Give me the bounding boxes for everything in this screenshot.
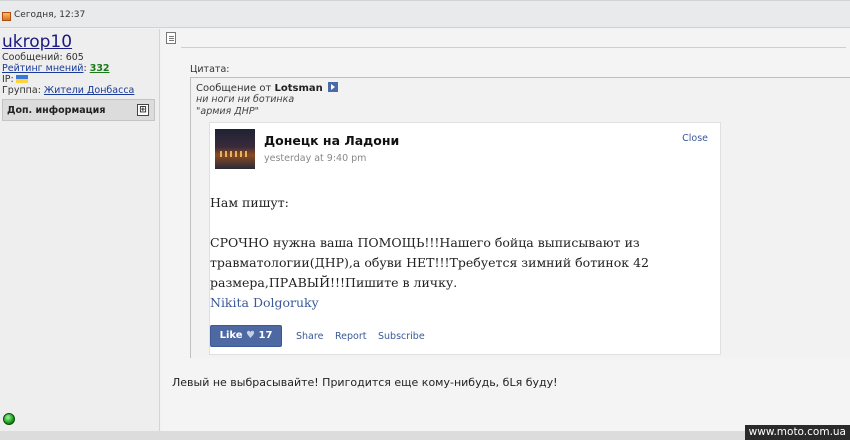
online-status-icon [3, 413, 15, 425]
post-document-icon [166, 32, 176, 44]
quote-author: Lotsman [274, 83, 323, 94]
fb-text-line: СРОЧНО нужна ваша ПОМОЩЬ!!!Нашего бойца … [210, 235, 640, 250]
like-heart-icon: ♥ [246, 330, 255, 341]
quote-line-2: "армия ДНР" [196, 106, 259, 117]
expand-box-icon[interactable]: ⊞ [137, 104, 149, 116]
post-header-bar: Сегодня, 12:37 [0, 0, 850, 28]
fb-close-link[interactable]: Close [682, 133, 708, 144]
fb-subscribe-link[interactable]: Subscribe [378, 331, 425, 342]
fb-like-label: Like [219, 330, 243, 341]
post-status-icon [2, 12, 11, 21]
fb-report-link[interactable]: Report [335, 331, 367, 342]
post-timestamp: Сегодня, 12:37 [14, 10, 86, 20]
username-link[interactable]: ukrop10 [2, 32, 72, 52]
reply-text: Левый не выбрасывайте! Пригодится еще ко… [172, 376, 558, 389]
messages-count: 605 [65, 52, 84, 63]
quote-label: Цитата: [190, 64, 230, 75]
messages-label: Сообщений: [2, 52, 63, 63]
group-row: Группа: Жители Донбасса [2, 85, 134, 96]
quote-line-1: ни ноги ни ботинка [196, 94, 295, 105]
ukraine-flag-icon [15, 75, 28, 83]
ip-row: IP: [2, 74, 28, 85]
fb-text-line: размера,ПРАВЫЙ!!!Пишите в личку. [210, 275, 458, 290]
fb-share-link[interactable]: Share [296, 331, 323, 342]
messages-count-row: Сообщений: 605 [2, 52, 84, 63]
fb-page-name[interactable]: Донецк на Ладони [264, 133, 399, 148]
group-link[interactable]: Жители Донбасса [44, 85, 134, 96]
site-watermark: www.moto.com.ua [744, 425, 850, 440]
page-thumbnail[interactable] [215, 129, 255, 169]
more-info-toggle[interactable]: Доп. информация ⊞ [2, 99, 155, 121]
post-content: Цитата: Сообщение от Lotsman ни ноги ни … [161, 29, 850, 431]
fb-post-author-link[interactable]: Nikita Dolgoruky [210, 295, 319, 310]
quote-block: Сообщение от Lotsman ни ноги ни ботинка … [190, 77, 850, 358]
view-post-arrow-icon[interactable] [327, 82, 338, 92]
rating-value[interactable]: 332 [90, 63, 110, 74]
post-divider [181, 47, 846, 48]
fb-text-line: Нам пишут: [210, 195, 289, 210]
bottom-bar [0, 431, 850, 440]
ip-label: IP: [2, 74, 14, 85]
facebook-embed: Донецк на Ладони yesterday at 9:40 pm Cl… [209, 122, 721, 355]
quote-from-prefix: Сообщение от [196, 83, 272, 94]
fb-like-button[interactable]: Like ♥ 17 [210, 325, 282, 347]
rating-row: Рейтинг мнений: 332 [2, 63, 110, 74]
quote-source: Сообщение от Lotsman [196, 82, 338, 94]
fb-post-time[interactable]: yesterday at 9:40 pm [264, 153, 366, 164]
group-label: Группа: [2, 85, 41, 96]
fb-like-count: 17 [258, 330, 273, 341]
user-panel: ukrop10 Сообщений: 605 Рейтинг мнений: 3… [0, 29, 160, 431]
more-info-label: Доп. информация [7, 105, 106, 116]
fb-text-line: травматологии(ДНР),а обуви НЕТ!!!Требует… [210, 255, 649, 270]
rating-link[interactable]: Рейтинг мнений [2, 63, 83, 74]
